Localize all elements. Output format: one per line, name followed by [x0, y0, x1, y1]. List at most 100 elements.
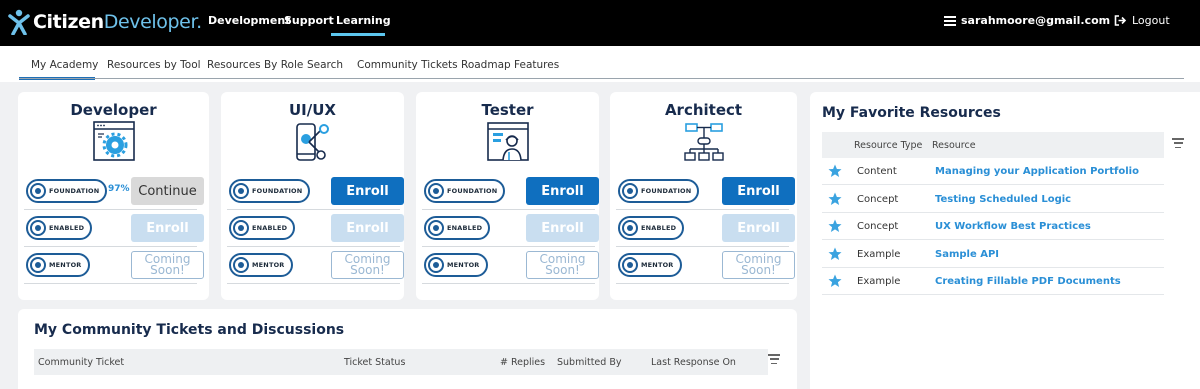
- star-icon[interactable]: [828, 274, 842, 288]
- tester-person-icon: [486, 122, 529, 161]
- favorite-row: Example Sample API: [822, 241, 1164, 268]
- column-replies[interactable]: # Replies: [500, 357, 545, 368]
- coming-soon-button: Coming Soon!: [131, 251, 204, 279]
- badge-enabled: ENABLED: [618, 216, 685, 240]
- role-title: Tester: [481, 101, 534, 119]
- favorite-resources-panel: My Favorite Resources Resource Type Reso…: [810, 92, 1200, 389]
- column-submitted-by[interactable]: Submitted By: [557, 357, 621, 368]
- tab-resources-by-tool[interactable]: Resources by Tool: [107, 59, 201, 71]
- resource-type: Example: [857, 248, 901, 260]
- tab-community-tickets[interactable]: Community Tickets: [357, 59, 458, 71]
- subtab-divider: [19, 78, 1184, 79]
- favorite-row: Example Creating Fillable PDF Documents: [822, 268, 1164, 296]
- resource-type: Example: [857, 276, 901, 288]
- tab-roadmap-features[interactable]: Roadmap Features: [461, 59, 559, 71]
- track-row-mentor: MENTOR Coming Soon!: [227, 247, 404, 284]
- enroll-button-disabled[interactable]: Enroll: [131, 214, 204, 242]
- track-row-foundation: FOUNDATION Enroll: [227, 173, 404, 210]
- community-tickets-panel: My Community Tickets and Discussions Com…: [18, 309, 797, 389]
- progress-percent: 97%: [108, 184, 130, 194]
- badge-enabled: ENABLED: [424, 216, 491, 240]
- user-email: sarahmoore@gmail.com: [961, 14, 1111, 27]
- filter-icon[interactable]: [1172, 138, 1184, 148]
- resource-link[interactable]: Creating Fillable PDF Documents: [935, 276, 1121, 287]
- active-topnav-indicator: [331, 33, 385, 36]
- filter-icon[interactable]: [768, 354, 780, 364]
- role-title: Developer: [70, 101, 157, 119]
- enroll-button[interactable]: Enroll: [722, 177, 795, 205]
- continue-button[interactable]: Continue: [131, 177, 204, 205]
- favorite-row: Concept UX Workflow Best Practices: [822, 213, 1164, 241]
- badge-mentor: MENTOR: [26, 253, 90, 277]
- star-icon[interactable]: [828, 164, 842, 178]
- tab-resources-by-role[interactable]: Resources By Role: [207, 59, 303, 71]
- enroll-button-disabled[interactable]: Enroll: [331, 214, 404, 242]
- column-last-response-on[interactable]: Last Response On: [651, 357, 736, 368]
- badge-mentor: MENTOR: [618, 253, 682, 277]
- user-menu[interactable]: sarahmoore@gmail.com: [944, 14, 1110, 27]
- track-row-foundation: FOUNDATION Enroll: [616, 173, 795, 210]
- enroll-button-disabled[interactable]: Enroll: [526, 214, 599, 242]
- resource-link[interactable]: UX Workflow Best Practices: [935, 221, 1091, 232]
- resource-type: Concept: [857, 193, 899, 205]
- badge-mentor: MENTOR: [229, 253, 293, 277]
- favorite-row: Concept Testing Scheduled Logic: [822, 186, 1164, 213]
- enroll-button-disabled[interactable]: Enroll: [722, 214, 795, 242]
- badge-foundation: FOUNDATION: [424, 179, 506, 203]
- favorite-row: Content Managing your Application Portfol…: [822, 158, 1164, 185]
- topnav-development[interactable]: Development: [208, 14, 290, 27]
- coming-soon-button: Coming Soon!: [526, 251, 599, 279]
- coming-soon-button: Coming Soon!: [722, 251, 795, 279]
- enroll-button[interactable]: Enroll: [526, 177, 599, 205]
- column-resource-type[interactable]: Resource Type: [854, 140, 922, 151]
- resource-link[interactable]: Testing Scheduled Logic: [935, 194, 1071, 205]
- track-row-enabled: ENABLED Enroll: [227, 210, 404, 247]
- role-card-uiux: UI/UX FOUNDATION Enroll ENABLED Enroll M…: [221, 92, 404, 300]
- resource-type: Content: [857, 166, 897, 177]
- column-ticket-status[interactable]: Ticket Status: [344, 357, 405, 368]
- coming-soon-button: Coming Soon!: [331, 251, 404, 279]
- top-navbar: CitizenDeveloper. Development Support Le…: [0, 0, 1200, 46]
- role-card-tester: Tester FOUNDATION Enroll ENABLED Enroll …: [416, 92, 599, 300]
- logout-label: Logout: [1132, 14, 1170, 27]
- badge-foundation: FOUNDATION: [229, 179, 311, 203]
- tab-search[interactable]: Search: [307, 59, 343, 71]
- logo-text: CitizenDeveloper.: [33, 11, 202, 33]
- tickets-table-header: Community Ticket Ticket Status # Replies…: [34, 349, 768, 375]
- track-row-mentor: MENTOR Coming Soon!: [422, 247, 599, 284]
- track-row-foundation: FOUNDATION 97% Continue: [24, 173, 204, 210]
- track-row-enabled: ENABLED Enroll: [24, 210, 204, 247]
- resource-type: Concept: [857, 221, 899, 233]
- topnav-learning[interactable]: Learning: [336, 14, 391, 27]
- tab-my-academy[interactable]: My Academy: [31, 59, 98, 71]
- favorites-title: My Favorite Resources: [822, 105, 1001, 121]
- favorites-table-header: Resource Type Resource: [822, 132, 1164, 158]
- track-row-mentor: MENTOR Coming Soon!: [616, 247, 795, 284]
- architect-diagram-icon: [683, 123, 724, 161]
- column-resource[interactable]: Resource: [932, 140, 976, 151]
- star-icon[interactable]: [828, 219, 842, 233]
- enroll-button[interactable]: Enroll: [331, 177, 404, 205]
- track-row-enabled: ENABLED Enroll: [422, 210, 599, 247]
- badge-enabled: ENABLED: [26, 216, 93, 240]
- role-card-architect: Architect FOUNDATION Enroll ENABLED Enro…: [610, 92, 797, 300]
- track-row-mentor: MENTOR Coming Soon!: [24, 247, 204, 284]
- developer-gear-icon: [92, 121, 135, 161]
- column-community-ticket[interactable]: Community Ticket: [38, 357, 124, 368]
- resource-link[interactable]: Managing your Application Portfolio: [935, 166, 1139, 177]
- star-icon[interactable]: [828, 192, 842, 206]
- citizen-developer-logo[interactable]: CitizenDeveloper.: [8, 7, 202, 37]
- resource-link[interactable]: Sample API: [935, 249, 999, 260]
- badge-enabled: ENABLED: [229, 216, 296, 240]
- topnav-support[interactable]: Support: [284, 14, 334, 27]
- badge-foundation: FOUNDATION: [618, 179, 700, 203]
- role-title: UI/UX: [289, 101, 336, 119]
- badge-foundation: FOUNDATION: [26, 179, 108, 203]
- track-row-foundation: FOUNDATION Enroll: [422, 173, 599, 210]
- logout-button[interactable]: Logout: [1114, 14, 1170, 27]
- track-row-enabled: ENABLED Enroll: [616, 210, 795, 247]
- star-icon[interactable]: [828, 247, 842, 261]
- subtab-bar: My Academy Resources by Tool Resources B…: [0, 46, 1200, 82]
- uiux-touch-icon: [295, 123, 329, 161]
- badge-mentor: MENTOR: [424, 253, 488, 277]
